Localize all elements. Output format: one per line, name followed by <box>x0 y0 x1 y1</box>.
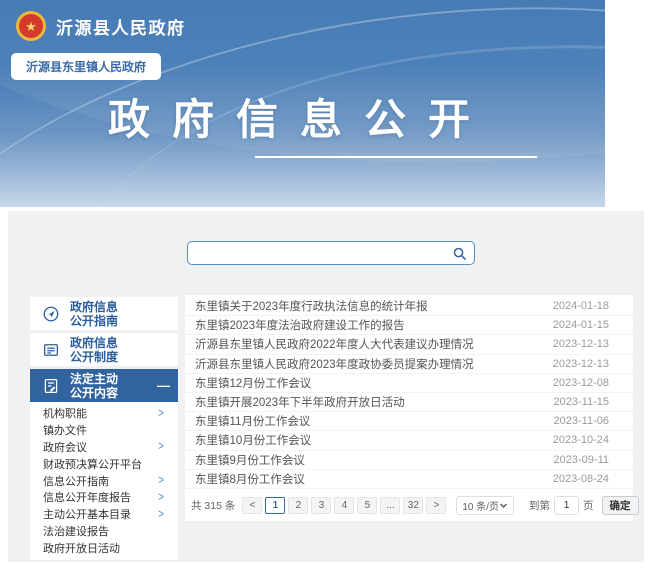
sidebar-subitem-annual-report[interactable]: 信息公开年度报告 > <box>30 489 178 506</box>
pagination-prev-button[interactable]: < <box>242 497 262 514</box>
list-item-date: 2023-10-24 <box>553 434 609 446</box>
chevron-right-icon: > <box>158 473 164 487</box>
pagination-page-4[interactable]: 4 <box>334 497 354 514</box>
search-icon <box>452 246 467 261</box>
site-banner: 沂源县人民政府 沂源县东里镇人民政府 政府信息公开 <box>0 0 605 207</box>
town-gov-badge[interactable]: 沂源县东里镇人民政府 <box>11 53 161 80</box>
chevron-right-icon: > <box>158 406 164 420</box>
list-item[interactable]: 东里镇11月份工作会议 2023-11-06 <box>185 412 633 431</box>
search-box <box>187 241 475 265</box>
page-size-select[interactable]: 10 条/页 <box>456 496 514 515</box>
chevron-down-icon <box>499 501 508 510</box>
sidebar-item-label: 政府信息 公开指南 <box>70 300 118 328</box>
list-item[interactable]: 东里镇2023年度法治政府建设工作的报告 2024-01-15 <box>185 316 633 335</box>
news-list-panel: 东里镇关于2023年度行政执法信息的统计年报 2024-01-18 东里镇202… <box>185 295 633 521</box>
goto-page-group: 到第 页 确定 <box>529 496 639 515</box>
sidebar-subitem-budget-platform[interactable]: 财政预决算公开平台 <box>30 455 178 472</box>
chevron-right-icon: > <box>158 507 164 521</box>
list-item-date: 2023-12-13 <box>553 358 609 370</box>
goto-prefix-label: 到第 <box>529 498 550 513</box>
pagination-page-2[interactable]: 2 <box>288 497 308 514</box>
pagination-page-1[interactable]: 1 <box>265 497 285 514</box>
page: 沂源县人民政府 沂源县东里镇人民政府 政府信息公开 <box>0 0 648 569</box>
list-item-date: 2023-09-11 <box>554 454 609 466</box>
document-list-icon <box>39 341 63 359</box>
search-input[interactable] <box>188 242 444 264</box>
pagination-total: 共 315 条 <box>191 498 235 513</box>
national-emblem-icon <box>16 11 46 41</box>
pagination-page-32[interactable]: 32 <box>403 497 423 514</box>
title-underline <box>255 156 537 158</box>
compass-guide-icon <box>39 305 63 323</box>
list-item[interactable]: 东里镇10月份工作会议 2023-10-24 <box>185 431 633 450</box>
site-logo-row: 沂源县人民政府 <box>16 11 186 41</box>
list-item-date: 2023-11-06 <box>554 415 609 427</box>
sidebar: 政府信息 公开指南 政府信息 公开制度 <box>30 297 178 560</box>
pagination-ellipsis[interactable]: ... <box>380 497 400 514</box>
page-title: 政府信息公开 <box>108 86 492 147</box>
chevron-right-icon: > <box>158 490 164 504</box>
collapse-indicator-icon[interactable]: — <box>157 378 170 393</box>
list-item[interactable]: 东里镇8月份工作会议 2023-08-24 <box>185 470 633 489</box>
sidebar-subitem-open-day[interactable]: 政府开放日活动 <box>30 539 178 556</box>
content-panel: 政府信息 公开指南 政府信息 公开制度 <box>8 211 644 562</box>
sidebar-item-label: 政府信息 公开制度 <box>70 336 118 364</box>
pagination-page-5[interactable]: 5 <box>357 497 377 514</box>
list-item[interactable]: 东里镇开展2023年下半年政府开放日活动 2023-11-15 <box>185 393 633 412</box>
list-item[interactable]: 东里镇关于2023年度行政执法信息的统计年报 2024-01-18 <box>185 297 633 316</box>
sidebar-subitem-agency-functions[interactable]: 机构职能 > <box>30 405 178 422</box>
pagination-next-button[interactable]: > <box>426 497 446 514</box>
goto-suffix-label: 页 <box>583 498 594 513</box>
sidebar-item-label: 法定主动 公开内容 <box>70 372 118 400</box>
chevron-right-icon: > <box>158 440 164 454</box>
list-item[interactable]: 东里镇12月份工作会议 2023-12-08 <box>185 374 633 393</box>
list-item-date: 2023-12-08 <box>553 377 609 389</box>
list-item-date: 2023-11-15 <box>554 396 609 408</box>
sidebar-subitem-rule-of-law-report[interactable]: 法治建设报告 <box>30 523 178 540</box>
list-item[interactable]: 沂源县东里镇人民政府2022年度人大代表建议办理情况 2023-12-13 <box>185 335 633 354</box>
sidebar-subitem-basic-catalog[interactable]: 主动公开基本目录 > <box>30 506 178 523</box>
goto-page-input[interactable] <box>554 496 579 515</box>
goto-confirm-button[interactable]: 确定 <box>602 496 639 515</box>
sidebar-subitem-town-documents[interactable]: 镇办文件 <box>30 422 178 439</box>
list-item[interactable]: 沂源县东里镇人民政府2023年度政协委员提案办理情况 2023-12-13 <box>185 355 633 374</box>
list-item-date: 2024-01-18 <box>553 300 609 312</box>
sidebar-item-disclosure-system[interactable]: 政府信息 公开制度 <box>30 333 178 366</box>
sidebar-item-disclosure-guide[interactable]: 政府信息 公开指南 <box>30 297 178 330</box>
list-item-date: 2024-01-15 <box>553 319 609 331</box>
list-item-date: 2023-12-13 <box>553 338 609 350</box>
sidebar-submenu: 机构职能 > 镇办文件 政府会议 > 财政预决算公开平台 信息公开指南 <box>30 402 178 560</box>
pagination-page-3[interactable]: 3 <box>311 497 331 514</box>
pagination: 共 315 条 < 1 2 3 4 5 ... 32 > 10 条/页 到第 页 <box>185 489 633 515</box>
clipboard-pen-icon <box>39 377 63 395</box>
list-item[interactable]: 东里镇9月份工作会议 2023-09-11 <box>185 451 633 470</box>
list-item-date: 2023-08-24 <box>553 473 609 485</box>
search-button[interactable] <box>444 242 474 264</box>
site-name[interactable]: 沂源县人民政府 <box>56 14 186 39</box>
sidebar-subitem-info-guide[interactable]: 信息公开指南 > <box>30 472 178 489</box>
sidebar-item-statutory-disclosure[interactable]: 法定主动 公开内容 — <box>30 369 178 402</box>
sidebar-subitem-government-meetings[interactable]: 政府会议 > <box>30 439 178 456</box>
